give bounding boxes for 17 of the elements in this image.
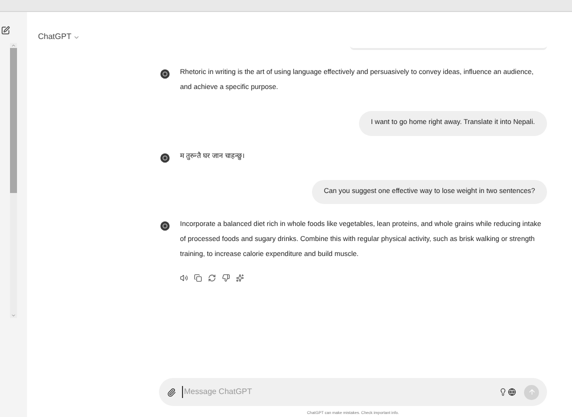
- message-input[interactable]: Message ChatGPT: [182, 386, 493, 398]
- arrow-up-icon: [528, 388, 536, 396]
- thumbs-down-icon[interactable]: [222, 274, 230, 282]
- sparkle-icon[interactable]: [236, 274, 244, 282]
- lightbulb-icon[interactable]: [499, 388, 507, 396]
- attach-icon[interactable]: [167, 388, 176, 396]
- copy-icon[interactable]: [194, 274, 202, 282]
- regenerate-icon[interactable]: [208, 274, 216, 282]
- model-selector[interactable]: ChatGPT: [38, 31, 80, 43]
- assistant-avatar-icon: [160, 152, 170, 162]
- assistant-avatar-icon: [160, 221, 170, 231]
- chevron-down-icon: [73, 34, 80, 40]
- assistant-avatar-icon: [160, 69, 170, 79]
- new-chat-icon[interactable]: [1, 26, 10, 35]
- message-composer[interactable]: Message ChatGPT: [159, 378, 547, 406]
- speaker-icon[interactable]: [180, 274, 188, 282]
- globe-icon[interactable]: [508, 388, 516, 396]
